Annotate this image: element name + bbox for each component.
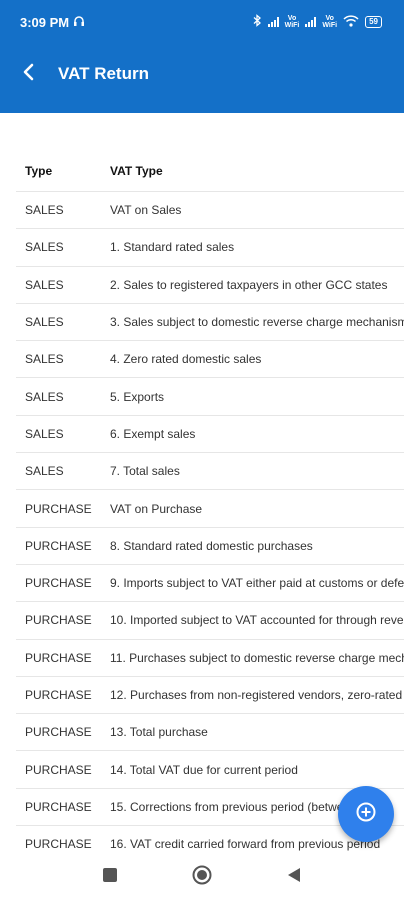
- cell-vat-type: 16. VAT credit carried forward from prev…: [110, 837, 381, 852]
- arrow-back-icon: [21, 63, 37, 86]
- volte-icon-2: Vo WiFi: [322, 15, 338, 29]
- bluetooth-icon: [252, 14, 262, 30]
- table-row[interactable]: PURCHASE 9. Imports subject to VAT either…: [16, 563, 404, 601]
- battery-icon: 59: [365, 16, 382, 28]
- cell-vat-type: 13. Total purchase: [110, 725, 208, 740]
- status-time: 3:09 PM: [20, 14, 70, 30]
- back-button[interactable]: [0, 52, 58, 96]
- cell-type: PURCHASE: [25, 650, 92, 665]
- table-row[interactable]: SALES 3. Sales subject to domestic revers…: [16, 302, 404, 340]
- column-header-type[interactable]: Type: [16, 164, 110, 178]
- cell-type: PURCHASE: [25, 725, 92, 740]
- cell-vat-type: 5. Exports: [110, 389, 165, 404]
- table-row[interactable]: PURCHASE 12. Purchases from non-registere…: [16, 675, 404, 713]
- cell-vat-type: 11. Purchases subject to domestic revers…: [110, 650, 404, 665]
- cell-vat-type: 8. Standard rated domestic purchases: [110, 538, 313, 553]
- table-row[interactable]: PURCHASE 13. Total purchase: [16, 713, 404, 750]
- volte-icon: Vo WiFi: [284, 15, 300, 29]
- cell-vat-type: 3. Sales subject to domestic reverse cha…: [110, 315, 404, 330]
- cell-type: PURCHASE: [25, 501, 92, 516]
- app-bar: 3:09 PM Vo WiFi Vo WiFi 59 VAT Return: [0, 0, 404, 113]
- page-title: VAT Return: [58, 64, 149, 83]
- cell-vat-type: 9. Imports subject to VAT either paid at…: [110, 576, 404, 591]
- cell-vat-type: 2. Sales to registered taxpayers in othe…: [110, 277, 388, 292]
- cell-vat-type: 14. Total VAT due for current period: [110, 762, 298, 777]
- cell-type: SALES: [25, 203, 64, 218]
- cell-type: SALES: [25, 464, 64, 479]
- recent-apps-button[interactable]: [98, 866, 122, 890]
- cell-type: SALES: [25, 240, 64, 255]
- signal-icon-2: [305, 17, 317, 27]
- table-row[interactable]: SALES 5. Exports: [16, 377, 404, 414]
- wifi-icon: [343, 14, 359, 30]
- circle-icon: [192, 865, 212, 890]
- column-header-vat-type[interactable]: VAT Type: [110, 164, 163, 178]
- vat-table: Type VAT Type SALES VAT on Sales SALES 1. S…: [0, 113, 404, 855]
- cell-type: PURCHASE: [25, 576, 92, 591]
- table-row[interactable]: PURCHASE 8. Standard rated domestic purch…: [16, 526, 404, 564]
- cell-type: SALES: [25, 352, 64, 367]
- cell-vat-type: 6. Exempt sales: [110, 426, 196, 441]
- cell-vat-type: 1. Standard rated sales: [110, 240, 235, 255]
- cell-type: SALES: [25, 389, 64, 404]
- table-row[interactable]: SALES 6. Exempt sales: [16, 414, 404, 452]
- status-bar: 3:09 PM Vo WiFi Vo WiFi 59: [0, 0, 404, 44]
- table-row[interactable]: PURCHASE 11. Purchases subject to domesti…: [16, 638, 404, 676]
- toolbar: VAT Return: [0, 52, 404, 96]
- cell-vat-type: 4. Zero rated domestic sales: [110, 352, 262, 367]
- cell-vat-type: 10. Imported subject to VAT accounted fo…: [110, 613, 404, 628]
- table-row[interactable]: PURCHASE 14. Total VAT due for current pe…: [16, 750, 404, 787]
- cell-type: PURCHASE: [25, 799, 92, 814]
- cell-vat-type: VAT on Sales: [110, 203, 182, 218]
- cell-type: SALES: [25, 315, 64, 330]
- cell-type: SALES: [25, 277, 64, 292]
- table-row[interactable]: SALES 7. Total sales: [16, 452, 404, 489]
- cell-type: PURCHASE: [25, 538, 92, 553]
- cell-type: PURCHASE: [25, 762, 92, 777]
- signal-icon: [267, 17, 279, 27]
- table-row[interactable]: PURCHASE 10. Imported subject to VAT acco…: [16, 601, 404, 638]
- square-icon: [103, 868, 117, 887]
- cell-vat-type: 12. Purchases from non-registered vendor…: [110, 688, 403, 702]
- home-button[interactable]: [190, 865, 214, 890]
- table-row[interactable]: SALES 1. Standard rated sales: [16, 228, 404, 265]
- cell-vat-type: VAT on Purchase: [110, 501, 203, 516]
- cell-type: PURCHASE: [25, 613, 92, 628]
- cell-type: PURCHASE: [25, 837, 92, 852]
- nav-back-button[interactable]: [282, 866, 306, 890]
- table-row[interactable]: SALES 4. Zero rated domestic sales: [16, 340, 404, 377]
- cell-type: PURCHASE: [25, 688, 92, 702]
- cell-vat-type: 7. Total sales: [110, 464, 180, 479]
- table-body: SALES VAT on Sales SALES 1. Standard rated …: [16, 191, 404, 855]
- table-header: Type VAT Type: [16, 151, 404, 191]
- system-nav-bar: [0, 855, 404, 900]
- add-button[interactable]: [338, 786, 394, 842]
- headphones-icon: [73, 15, 85, 30]
- triangle-back-icon: [287, 867, 301, 888]
- cell-type: SALES: [25, 426, 64, 441]
- table-row[interactable]: PURCHASE VAT on Purchase: [16, 489, 404, 526]
- table-row[interactable]: SALES VAT on Sales: [16, 191, 404, 228]
- add-circle-icon: [355, 801, 377, 828]
- table-row[interactable]: SALES 2. Sales to registered taxpayers in…: [16, 265, 404, 303]
